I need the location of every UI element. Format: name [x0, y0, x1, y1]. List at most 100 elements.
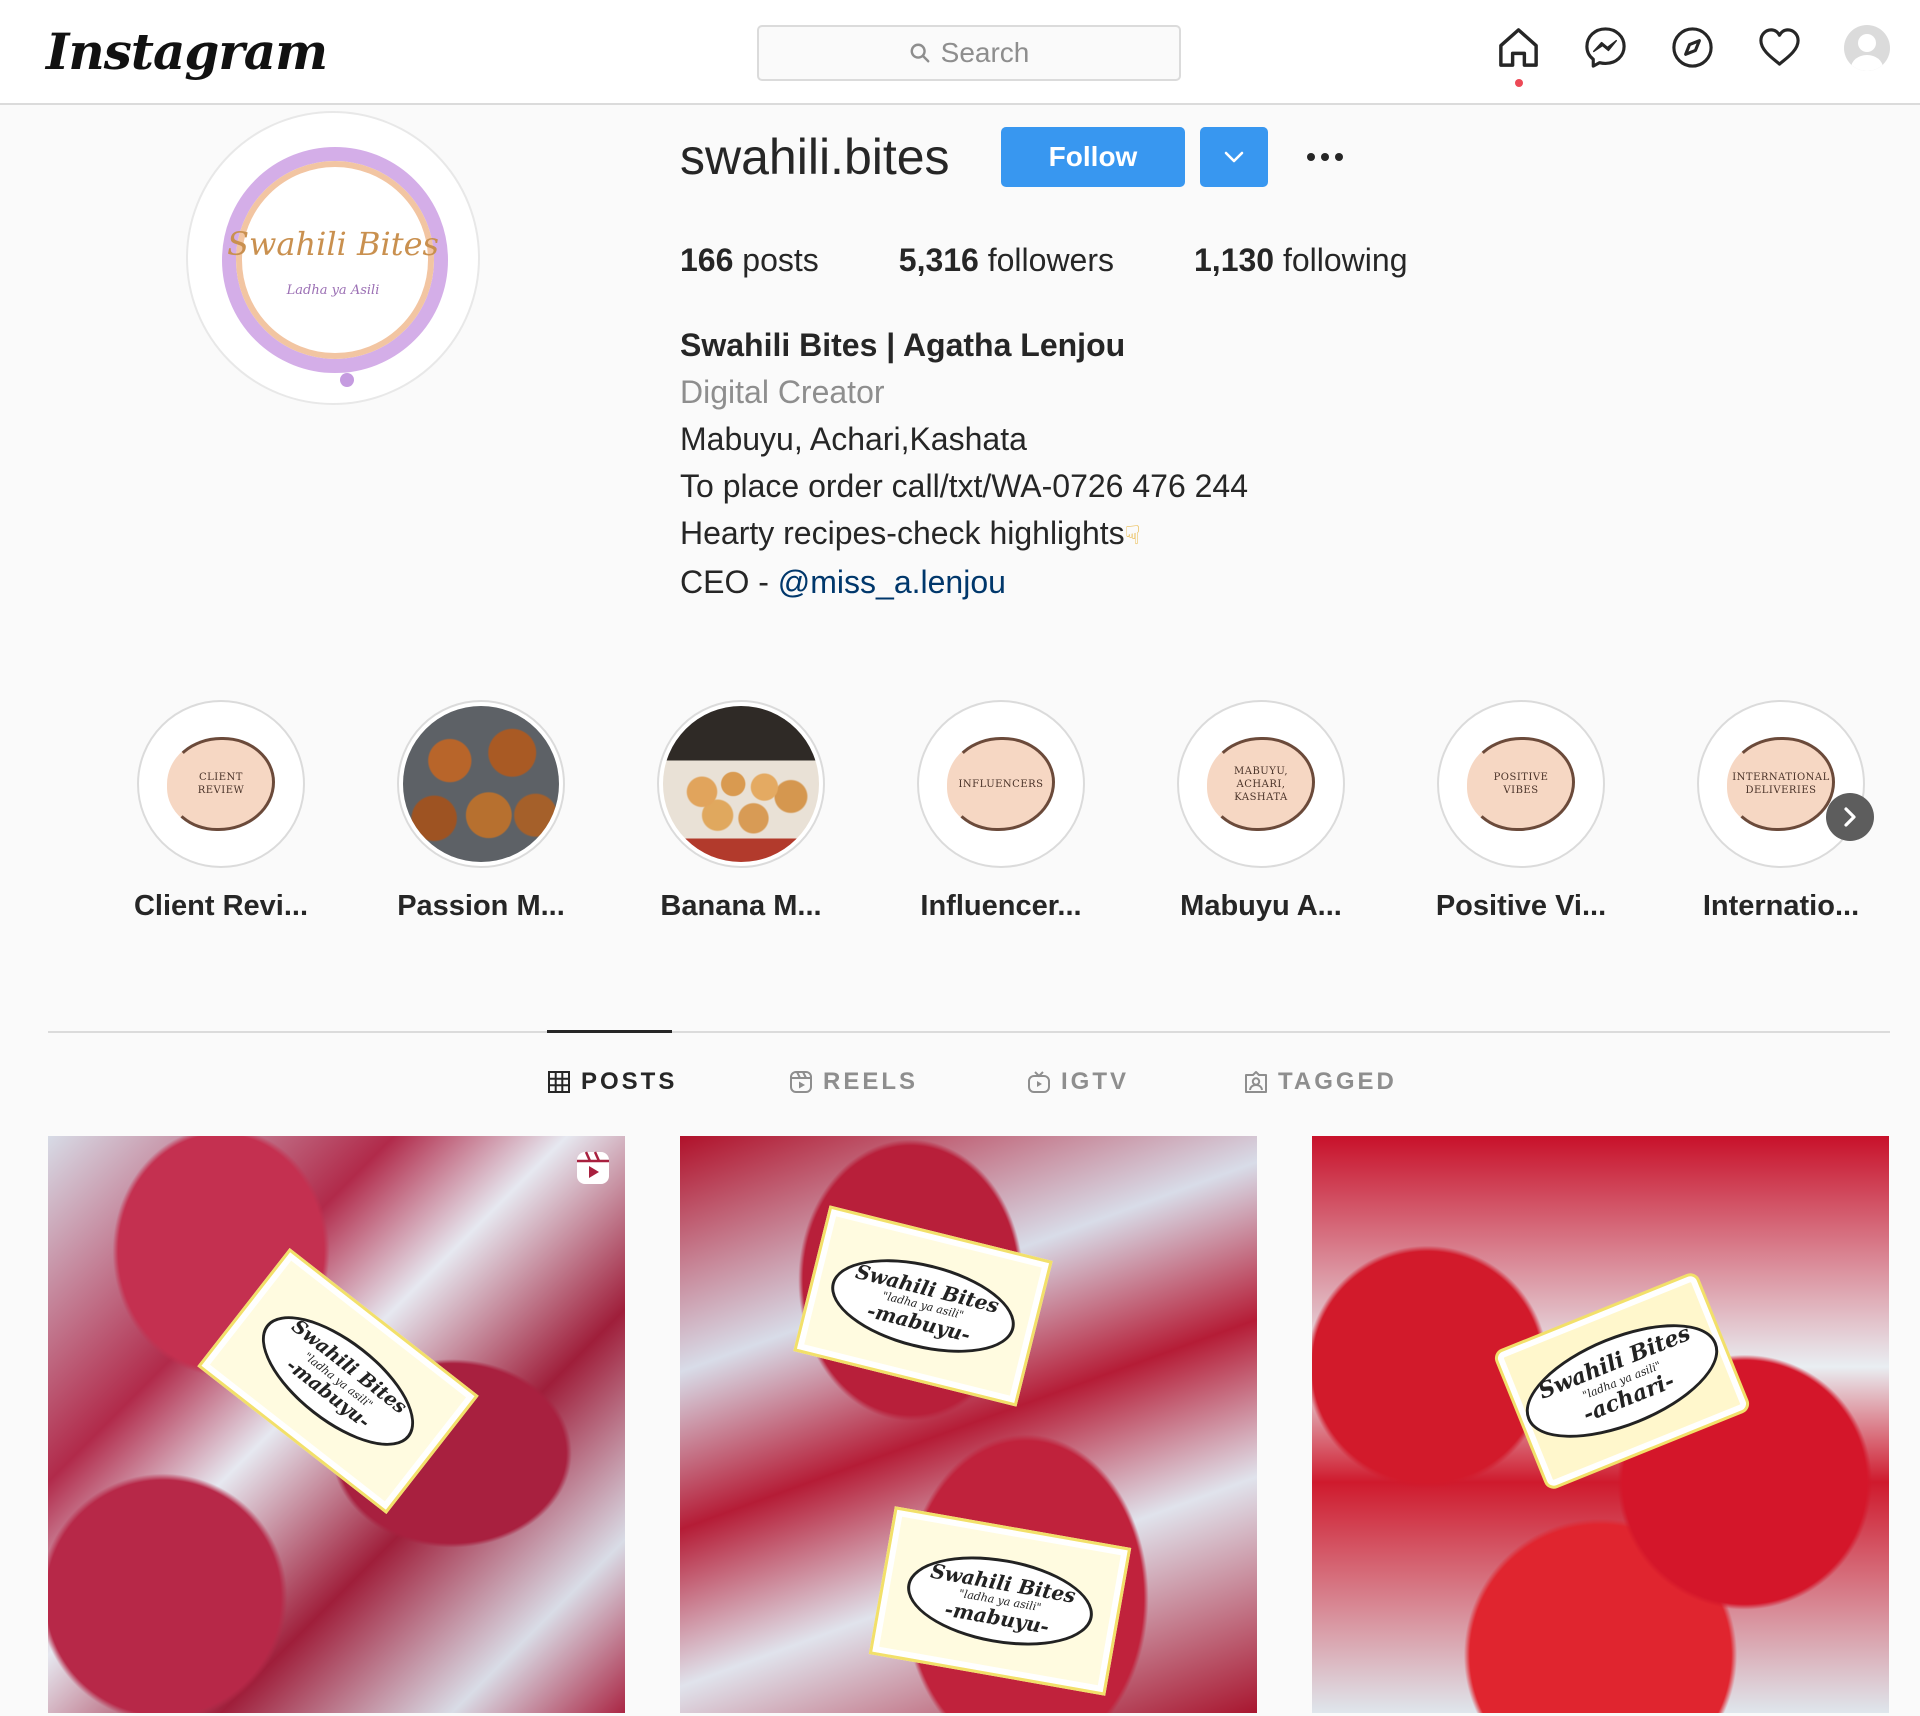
profile-tabs: POSTS REELS IGTV TAGGED [0, 1068, 1920, 1108]
search-input[interactable]: Search [757, 25, 1181, 81]
highlight-cover [657, 700, 825, 868]
highlight-mabuyu[interactable]: MABUYU, ACHARI, KASHATA Mabuyu A... [1166, 700, 1356, 923]
posts-count: 166 [680, 242, 734, 278]
messenger-icon [1585, 27, 1626, 68]
dot-icon [1335, 153, 1343, 161]
product-label-oval: Swahili Bites "ladha ya asili" -mabuyu- [241, 1292, 435, 1470]
bio-ceo-prefix: CEO - [680, 564, 778, 600]
product-label: Swahili Bites "ladha ya asili" -achari- [1491, 1270, 1753, 1492]
grid-icon [548, 1071, 570, 1093]
bio-line-text: Hearty recipes-check highlights [680, 515, 1125, 551]
product-label-oval: Swahili Bites "ladha ya asili" -achari- [1511, 1301, 1733, 1461]
tab-label: REELS [823, 1068, 919, 1095]
bio-line: To place order call/txt/WA-0726 476 244 [680, 468, 1249, 504]
highlight-passion[interactable]: Passion M... [386, 700, 576, 923]
tabs-divider [48, 1031, 1890, 1033]
highlights-next-button[interactable] [1826, 793, 1874, 841]
igtv-icon [1028, 1071, 1050, 1093]
account-category: Digital Creator [680, 374, 885, 410]
bio-line: Mabuyu, Achari,Kashata [680, 421, 1027, 457]
highlight-label: Client Revi... [133, 890, 309, 922]
muffins-photo [663, 706, 819, 862]
profile-picture[interactable]: Swahili Bites Ladha ya Asili [186, 111, 480, 405]
profile-username: swahili.bites [680, 129, 950, 185]
messenger-button[interactable] [1582, 24, 1629, 71]
heart-icon [1759, 28, 1800, 66]
following-label: following [1282, 242, 1408, 278]
highlight-cover-text: POSITIVE VIBES [1467, 737, 1575, 831]
highlight-label: Banana M... [660, 890, 822, 922]
product-label: Swahili Bites "ladha ya asili" -mabuyu- [197, 1248, 479, 1514]
follow-button[interactable]: Follow [1001, 127, 1185, 187]
profile-button[interactable] [1843, 24, 1890, 71]
search-placeholder: Search [940, 37, 1030, 68]
highlight-client-review[interactable]: CLIENT REVIEW Client Revi... [126, 700, 316, 923]
instagram-logo[interactable]: Instagram [46, 22, 328, 81]
explore-button[interactable] [1669, 24, 1716, 71]
notification-dot [1515, 79, 1523, 87]
highlight-label: Influencer... [920, 890, 1082, 922]
home-button[interactable] [1495, 24, 1542, 87]
home-icon [1499, 28, 1538, 67]
following-stat[interactable]: 1,130 following [1194, 242, 1407, 279]
highlight-cover-text: MABUYU, ACHARI, KASHATA [1207, 737, 1315, 831]
highlight-influencers[interactable]: INFLUENCERS Influencer... [906, 700, 1096, 923]
posts-stat: 166 posts [680, 242, 819, 279]
tab-reels[interactable]: REELS [789, 1068, 918, 1096]
followers-count: 5,316 [898, 242, 979, 278]
followers-stat[interactable]: 5,316 followers [899, 242, 1114, 279]
highlight-label: Passion M... [397, 890, 565, 922]
profile-picture-brand: Swahili Bites [227, 225, 439, 263]
bio-line-highlights: Hearty recipes-check highlights☟ [680, 510, 1248, 559]
tab-label: IGTV [1061, 1068, 1130, 1095]
profile-picture-tagline: Ladha ya Asili [286, 283, 380, 298]
highlight-label: Positive Vi... [1435, 890, 1607, 922]
active-tab-indicator [547, 1030, 672, 1033]
nav-icons [1495, 24, 1890, 87]
cookies-photo [403, 706, 559, 862]
tab-label: POSTS [581, 1068, 678, 1095]
post-thumbnail[interactable]: Swahili Bites "ladha ya asili" -mabuyu- … [680, 1136, 1257, 1713]
highlight-cover: INTERNATIONAL DELIVERIES [1697, 700, 1865, 868]
tab-igtv[interactable]: IGTV [1027, 1068, 1129, 1096]
highlight-cover: INFLUENCERS [917, 700, 1085, 868]
highlight-cover: MABUYU, ACHARI, KASHATA [1177, 700, 1345, 868]
highlight-cover [397, 700, 565, 868]
post-thumbnail[interactable]: Swahili Bites "ladha ya asili" -mabuyu- [48, 1136, 625, 1713]
followers-label: followers [987, 242, 1114, 278]
paint-drop [340, 373, 354, 387]
tab-label: TAGGED [1278, 1068, 1397, 1095]
profile-avatar [1843, 24, 1890, 71]
product-label-oval: Swahili Bites "ladha ya asili" -mabuyu- [899, 1542, 1101, 1660]
explore-icon [1672, 27, 1713, 68]
tab-posts[interactable]: POSTS [547, 1068, 677, 1096]
following-count: 1,130 [1194, 242, 1275, 278]
mention-link[interactable]: @miss_a.lenjou [778, 564, 1006, 600]
suggested-accounts-button[interactable] [1200, 127, 1268, 187]
highlight-cover-text: INTERNATIONAL DELIVERIES [1727, 737, 1835, 831]
full-name: Swahili Bites | Agatha Lenjou [680, 327, 1126, 363]
highlight-cover-text: INFLUENCERS [947, 737, 1055, 831]
activity-button[interactable] [1756, 24, 1803, 71]
chevron-down-icon [1224, 151, 1244, 163]
highlight-cover: CLIENT REVIEW [137, 700, 305, 868]
highlight-label: Mabuyu A... [1180, 890, 1342, 922]
dot-icon [1307, 153, 1315, 161]
highlight-banana[interactable]: Banana M... [646, 700, 836, 923]
post-thumbnail[interactable]: Swahili Bites "ladha ya asili" -achari- [1312, 1136, 1889, 1713]
profile-bio: Swahili Bites | Agatha Lenjou Digital Cr… [680, 322, 1248, 606]
reels-icon [790, 1071, 812, 1093]
top-navigation-bar: Instagram Search [0, 0, 1920, 105]
reel-icon [577, 1151, 609, 1184]
tagged-icon [1245, 1071, 1267, 1093]
pointing-down-icon: ☟ [1124, 520, 1141, 550]
dot-icon [1321, 153, 1329, 161]
profile-stats: 166 posts 5,316 followers 1,130 followin… [680, 242, 1487, 279]
highlight-positive-vibes[interactable]: POSITIVE VIBES Positive Vi... [1426, 700, 1616, 923]
highlight-cover: POSITIVE VIBES [1437, 700, 1605, 868]
posts-label: posts [742, 242, 819, 278]
product-label: Swahili Bites "ladha ya asili" -mabuyu- [793, 1205, 1053, 1407]
more-options-button[interactable] [1300, 140, 1350, 174]
tab-tagged[interactable]: TAGGED [1244, 1068, 1397, 1096]
product-label-oval: Swahili Bites "ladha ya asili" -mabuyu- [821, 1242, 1025, 1370]
